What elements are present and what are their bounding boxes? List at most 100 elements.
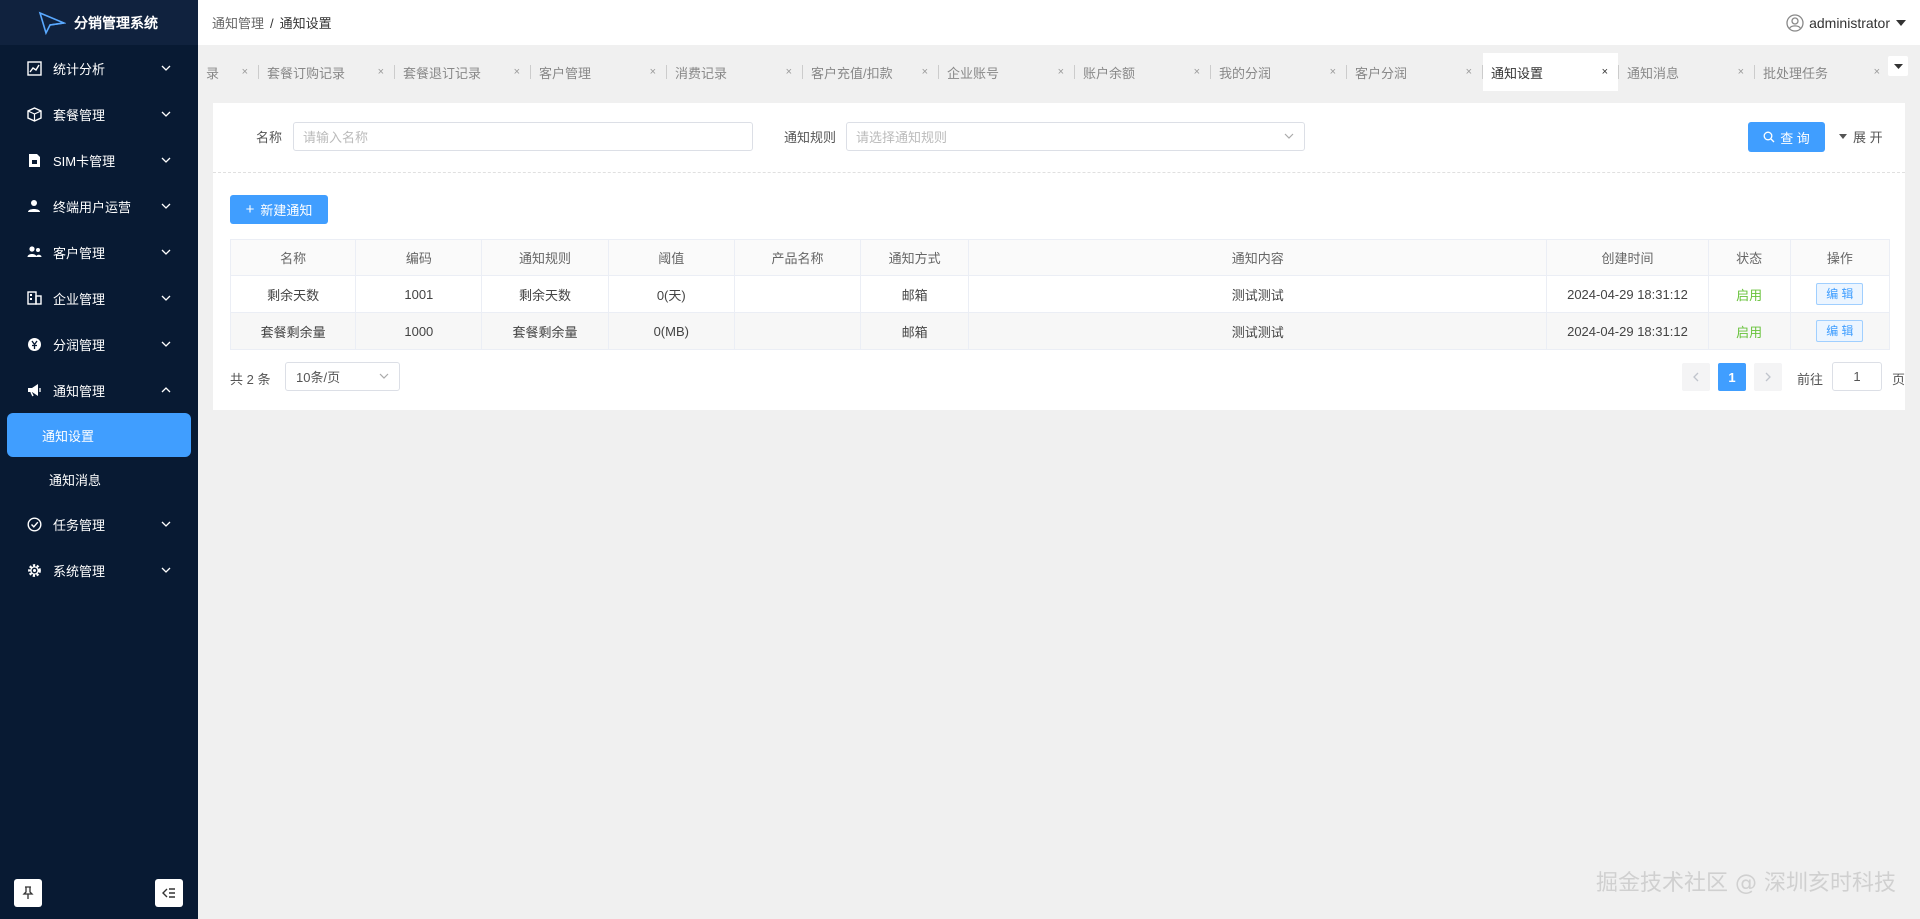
tab-item[interactable]: 客户管理 × — [531, 53, 666, 91]
submenu-notify-messages[interactable]: 通知消息 — [7, 457, 191, 501]
top-header: 通知管理 / 通知设置 administrator — [198, 0, 1920, 45]
rule-select-placeholder: 请选择通知规则 — [856, 130, 948, 145]
tab-item[interactable]: 套餐订购记录 × — [259, 53, 394, 91]
search-icon — [1763, 131, 1775, 143]
tab-item-active[interactable]: 通知设置 × — [1483, 53, 1618, 91]
tab-item[interactable]: 录 × — [198, 53, 258, 91]
close-icon[interactable]: × — [378, 66, 384, 78]
breadcrumb-item[interactable]: 通知管理 — [212, 16, 264, 31]
expand-toggle[interactable]: 展 开 — [1839, 127, 1883, 146]
close-icon[interactable]: × — [1194, 66, 1200, 78]
tab-item[interactable]: 客户充值/扣款 × — [803, 53, 938, 91]
tab-label: 批处理任务 — [1763, 65, 1829, 81]
cell-status: 启用 — [1707, 275, 1791, 313]
menu-profit-sharing[interactable]: 分润管理 — [0, 321, 198, 367]
goto-page-input[interactable]: 1 — [1832, 362, 1882, 391]
tab-item[interactable]: 消费记录 × — [667, 53, 802, 91]
menu-enterprise[interactable]: 企业管理 — [0, 275, 198, 321]
collapse-sidebar-icon[interactable] — [155, 879, 183, 907]
close-icon[interactable]: × — [1330, 66, 1336, 78]
cell-rule: 套餐剩余量 — [481, 312, 609, 350]
sidebar-footer — [0, 879, 198, 909]
menu-label: 分润管理 — [53, 337, 106, 353]
close-icon[interactable]: × — [242, 66, 248, 78]
rule-select[interactable]: 请选择通知规则 — [846, 122, 1305, 151]
menu-sim[interactable]: SIM卡管理 — [0, 137, 198, 183]
col-header: 状态 — [1707, 239, 1791, 276]
chevron-down-icon — [160, 108, 172, 120]
main-panel: 名称 请输入名称 通知规则 请选择通知规则 查 询 展 开 + 新建通知 名称 … — [213, 103, 1905, 410]
menu-label: 系统管理 — [53, 563, 106, 579]
tab-label: 客户充值/扣款 — [811, 65, 893, 81]
cell-name: 剩余天数 — [229, 275, 357, 313]
cell-created: 2024-04-29 18:31:12 — [1546, 275, 1709, 313]
user-menu[interactable]: administrator — [1786, 13, 1906, 32]
cell-threshold: 0(天) — [607, 275, 735, 313]
tab-item[interactable]: 客户分润 × — [1347, 53, 1482, 91]
name-label: 名称 — [256, 130, 283, 145]
menu-label: SIM卡管理 — [53, 153, 116, 169]
cell-code: 1001 — [355, 275, 483, 313]
tab-label: 套餐退订记录 — [403, 65, 482, 81]
menu-label: 企业管理 — [53, 291, 106, 307]
close-icon[interactable]: × — [650, 66, 656, 78]
submenu-notify-settings[interactable]: 通知设置 — [7, 413, 191, 457]
name-input[interactable]: 请输入名称 — [293, 122, 753, 151]
edit-button[interactable]: 编 辑 — [1816, 283, 1864, 305]
tab-label: 通知消息 — [1627, 65, 1680, 81]
tab-item[interactable]: 套餐退订记录 × — [395, 53, 530, 91]
chevron-right-icon — [1765, 372, 1771, 382]
chevron-up-icon — [160, 384, 172, 396]
col-header: 通知规则 — [481, 239, 609, 276]
cell-actions: 编 辑 — [1789, 275, 1891, 313]
cell-product — [733, 312, 862, 350]
menu-notification[interactable]: 通知管理 — [0, 367, 198, 413]
close-icon[interactable]: × — [1738, 66, 1744, 78]
chevron-down-icon — [160, 518, 172, 530]
menu-terminal-users[interactable]: 终端用户运营 — [0, 183, 198, 229]
tab-item[interactable]: 批处理任务 × — [1755, 53, 1890, 91]
close-icon[interactable]: × — [1874, 66, 1880, 78]
tab-item[interactable]: 通知消息 × — [1619, 53, 1754, 91]
menu-system[interactable]: 系统管理 — [0, 547, 198, 593]
tab-label: 我的分润 — [1219, 65, 1272, 81]
col-header: 通知方式 — [860, 239, 970, 276]
yen-icon — [25, 335, 43, 353]
expand-label: 展 开 — [1853, 130, 1883, 145]
next-page-button[interactable] — [1754, 363, 1782, 391]
query-button[interactable]: 查 询 — [1748, 122, 1825, 152]
total-count: 共 2 条 — [230, 372, 271, 387]
close-icon[interactable]: × — [786, 66, 792, 78]
menu-stats[interactable]: 统计分析 — [0, 45, 198, 91]
close-icon[interactable]: × — [1058, 66, 1064, 78]
menu-package[interactable]: 套餐管理 — [0, 91, 198, 137]
col-header: 编码 — [355, 239, 483, 276]
cell-method: 邮箱 — [860, 312, 970, 350]
megaphone-icon — [25, 381, 43, 399]
close-icon[interactable]: × — [514, 66, 520, 78]
col-header: 名称 — [229, 239, 357, 276]
tab-item[interactable]: 我的分润 × — [1211, 53, 1346, 91]
close-icon[interactable]: × — [1602, 66, 1608, 78]
chevron-down-icon — [160, 62, 172, 74]
close-icon[interactable]: × — [1466, 66, 1472, 78]
pin-icon[interactable] — [14, 879, 42, 907]
menu-customers[interactable]: 客户管理 — [0, 229, 198, 275]
page-number-button[interactable]: 1 — [1718, 363, 1746, 391]
tab-more-dropdown[interactable] — [1888, 56, 1908, 76]
page-size-select[interactable]: 10条/页 — [285, 362, 400, 391]
tab-label: 客户管理 — [539, 65, 592, 81]
close-icon[interactable]: × — [922, 66, 928, 78]
chevron-down-icon — [160, 154, 172, 166]
tab-item[interactable]: 企业账号 × — [939, 53, 1074, 91]
tab-item[interactable]: 账户余额 × — [1075, 53, 1210, 91]
new-notification-button[interactable]: + 新建通知 — [230, 195, 328, 224]
col-header: 操作 — [1789, 239, 1891, 276]
cell-created: 2024-04-29 18:31:12 — [1546, 312, 1709, 350]
notification-table: 名称 编码 通知规则 阈值 产品名称 通知方式 通知内容 创建时间 状态 操作 … — [229, 239, 1891, 350]
prev-page-button[interactable] — [1682, 363, 1710, 391]
logo-text: 分销管理系统 — [74, 14, 158, 31]
menu-tasks[interactable]: 任务管理 — [0, 501, 198, 547]
edit-button[interactable]: 编 辑 — [1816, 320, 1864, 342]
filter-bar: 名称 请输入名称 通知规则 请选择通知规则 查 询 展 开 — [213, 103, 1905, 173]
